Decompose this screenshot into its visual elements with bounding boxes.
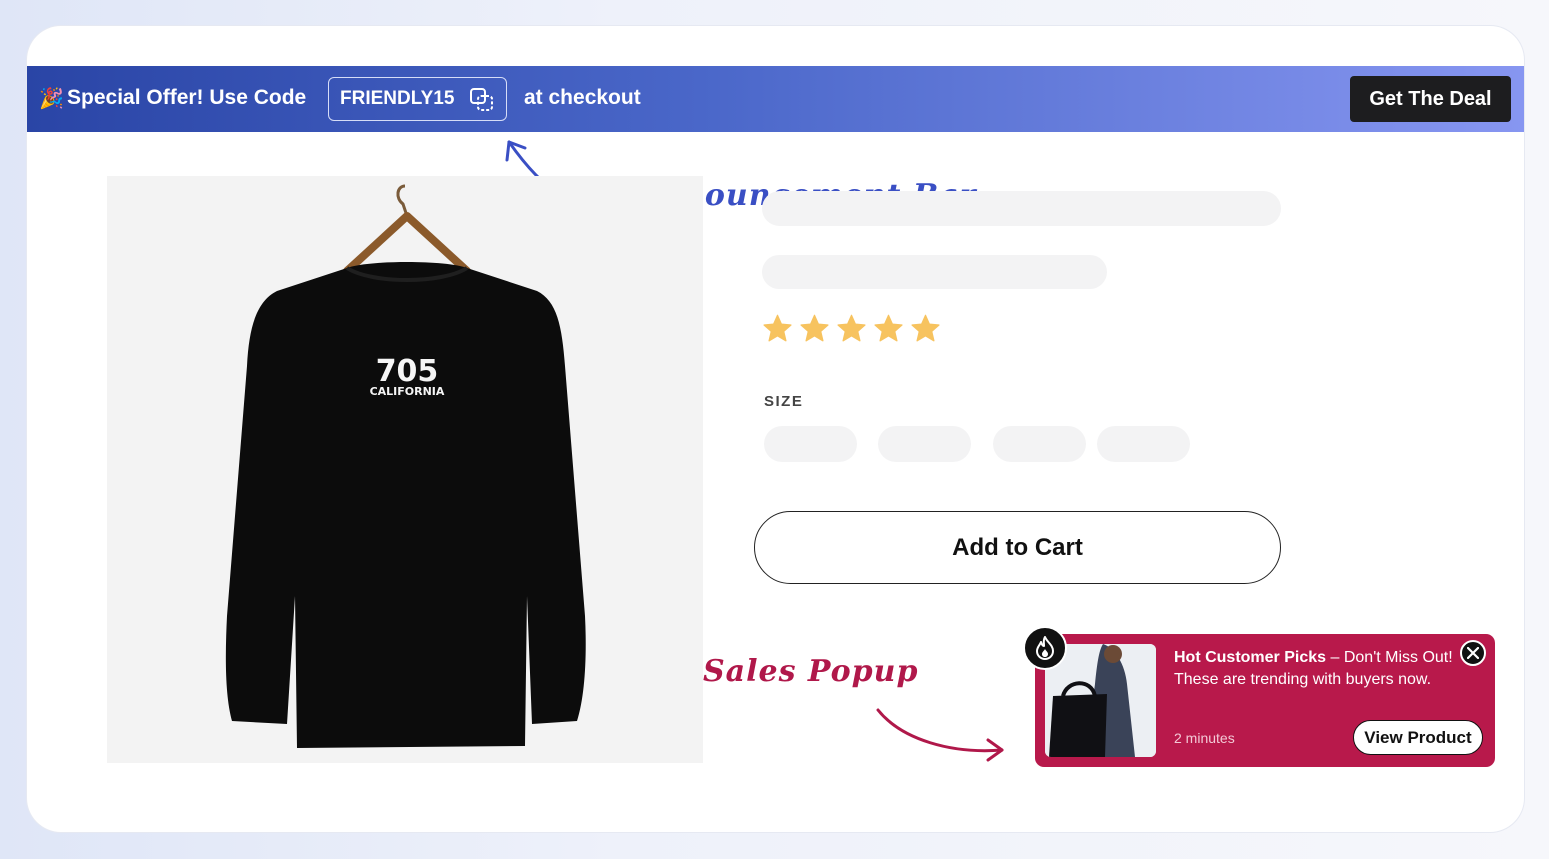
- add-to-cart-button[interactable]: Add to Cart: [754, 511, 1281, 584]
- size-label: SIZE: [764, 393, 804, 410]
- print-number: 705: [376, 354, 439, 389]
- sales-arrow-icon: [876, 708, 1004, 762]
- offer-text: Special Offer! Use Code: [67, 86, 307, 109]
- coupon-code: FRIENDLY15: [340, 88, 455, 109]
- fire-icon: [1023, 626, 1067, 670]
- browser-frame: 🎉 Special Offer! Use Code FRIENDLY15 at …: [27, 26, 1524, 832]
- size-option[interactable]: [1097, 426, 1190, 462]
- popup-time: 2 minutes: [1174, 730, 1235, 746]
- popup-headline: Hot Customer Picks: [1174, 649, 1327, 666]
- star-icon: [837, 314, 866, 342]
- checkout-text: at checkout: [524, 86, 641, 109]
- view-product-button[interactable]: View Product: [1353, 720, 1483, 755]
- star-icon: [911, 314, 940, 342]
- coupon-code-box[interactable]: FRIENDLY15: [328, 77, 507, 121]
- rating-stars: [762, 313, 941, 344]
- product-price-skeleton: [762, 255, 1107, 289]
- product-image: 705 CALIFORNIA: [107, 176, 703, 763]
- party-popper-icon: 🎉: [39, 88, 64, 110]
- product-title-skeleton: [762, 191, 1281, 226]
- popup-message: Hot Customer Picks – Don't Miss Out! The…: [1174, 647, 1474, 691]
- shirt-illustration: 705 CALIFORNIA: [225, 184, 586, 748]
- get-deal-button[interactable]: Get The Deal: [1350, 76, 1511, 122]
- size-option[interactable]: [878, 426, 971, 462]
- copy-icon[interactable]: [469, 87, 495, 113]
- close-popup-button[interactable]: [1460, 640, 1486, 666]
- size-option[interactable]: [993, 426, 1086, 462]
- sales-popup[interactable]: Hot Customer Picks – Don't Miss Out! The…: [1035, 634, 1495, 767]
- star-icon: [763, 314, 792, 342]
- star-icon: [874, 314, 903, 342]
- print-text: CALIFORNIA: [370, 385, 445, 398]
- size-option[interactable]: [764, 426, 857, 462]
- announcement-bar: 🎉 Special Offer! Use Code FRIENDLY15 at …: [27, 66, 1524, 132]
- star-icon: [800, 314, 829, 342]
- close-icon: [1467, 647, 1479, 659]
- sales-popup-label: Sales Popup: [703, 654, 919, 689]
